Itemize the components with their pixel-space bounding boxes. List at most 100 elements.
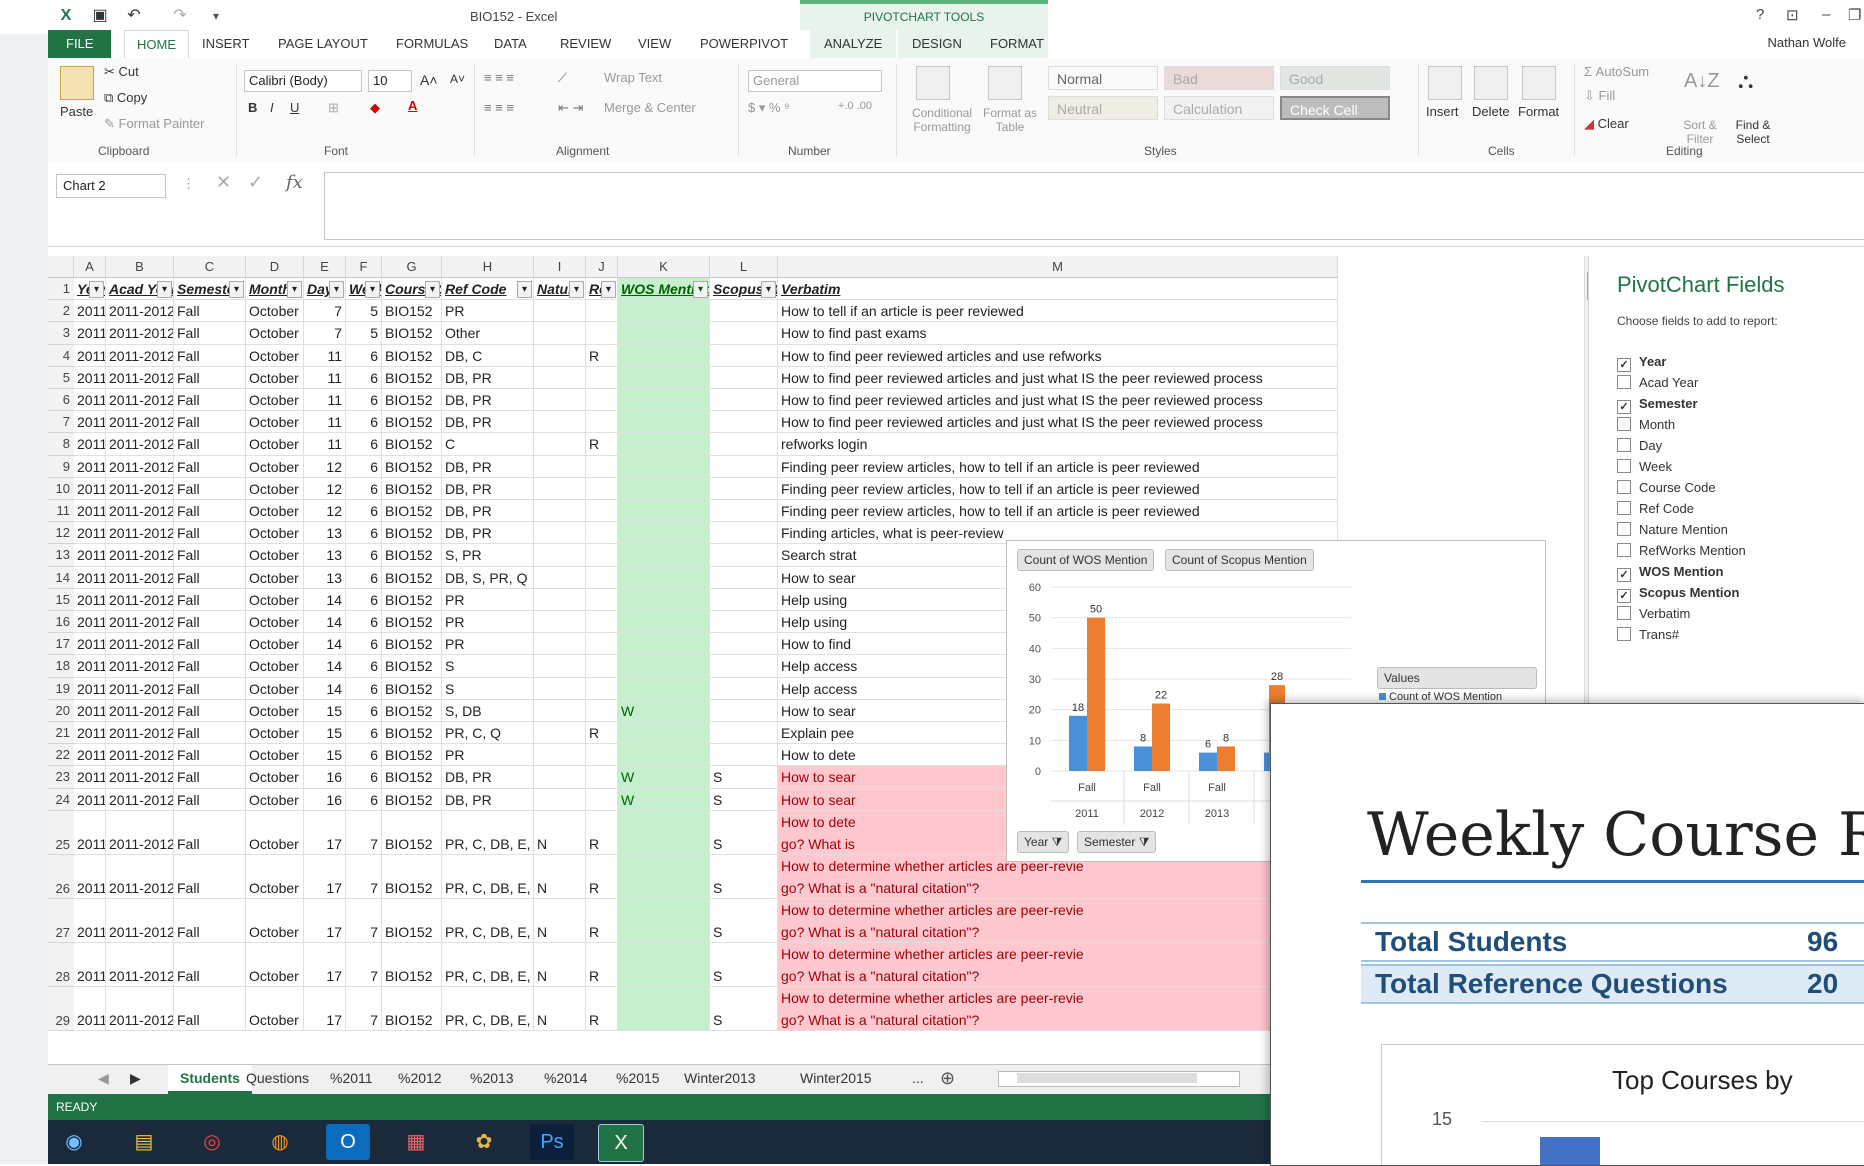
cell-h[interactable]: PR [442,611,534,634]
cell-d[interactable]: October [246,344,304,367]
cell-b[interactable]: 2011-2012 [106,411,174,434]
conditional-formatting-button[interactable]: Conditional Formatting [904,106,980,134]
cell-h[interactable]: DB, PR [442,500,534,523]
cell-i[interactable] [534,544,586,567]
column-header-m[interactable]: M [778,256,1338,278]
cell-l[interactable] [710,744,778,767]
cell-l[interactable] [710,455,778,478]
cell-l[interactable] [710,677,778,700]
font-color-icon[interactable]: A [408,98,417,113]
tab-format[interactable]: FORMAT [976,30,1048,58]
cell-c[interactable]: Fall [174,942,246,987]
cell-h[interactable]: PR, C, Q [442,722,534,745]
cell-a[interactable]: 2011 [74,344,106,367]
paste-icon[interactable] [60,66,94,100]
cell-a[interactable]: 2011 [74,810,106,855]
row-header[interactable]: 28 [48,942,74,987]
cell-h[interactable]: PR, C, DB, E, S [442,810,534,855]
cell-i[interactable]: N [534,942,586,987]
pivot-field-course-code[interactable]: Course Code [1617,478,1716,498]
cell-j[interactable]: R [586,986,618,1031]
sheet-tab-winter2013[interactable]: Winter2013 [684,1065,756,1091]
cell-l[interactable] [710,722,778,745]
pivot-field-semester[interactable]: ✓ Semester [1617,394,1698,414]
cell-j[interactable] [586,566,618,589]
filter-dropdown-icon[interactable]: ▾ [329,281,344,298]
pivot-field-refworks-mention[interactable]: RefWorks Mention [1617,541,1746,561]
cell-k[interactable] [618,810,710,855]
row-header[interactable]: 3 [48,322,74,345]
cell-m[interactable]: How to find past exams [778,322,1338,345]
cell-c[interactable]: Fall [174,566,246,589]
sheet-tab-2015[interactable]: %2015 [616,1065,660,1091]
sheet-tab-2014[interactable]: %2014 [544,1065,588,1091]
cell-a[interactable]: 2011 [74,500,106,523]
cell-a[interactable]: 2011 [74,986,106,1031]
cell-c[interactable]: Fall [174,854,246,899]
cell-h[interactable]: PR, C, DB, E, S [442,986,534,1031]
pivot-field-day[interactable]: Day [1617,436,1662,456]
cell-j[interactable]: R [586,433,618,456]
style-normal[interactable]: Normal [1048,66,1158,90]
cell-f[interactable]: 6 [346,544,382,567]
cell-c[interactable]: Fall [174,544,246,567]
semester-field-button[interactable]: Semester ⧩ [1077,831,1157,853]
clear-button[interactable]: ◢ Clear [1584,116,1629,132]
row-header[interactable]: 4 [48,344,74,367]
cell-g[interactable]: BIO152 [382,986,442,1031]
find-select-button[interactable]: Find & Select [1728,118,1778,146]
cell-f[interactable]: 5 [346,322,382,345]
row-header[interactable]: 13 [48,544,74,567]
cell-b[interactable]: 2011-2012 [106,633,174,656]
cell-e[interactable]: 12 [304,500,346,523]
cell-i[interactable] [534,411,586,434]
cell-j[interactable] [586,500,618,523]
cell-c[interactable]: Fall [174,633,246,656]
cell-l[interactable]: S [710,854,778,899]
filter-dropdown-icon[interactable]: ▾ [517,281,532,298]
cell-l[interactable] [710,500,778,523]
column-header-e[interactable]: E [304,256,346,278]
cell-d[interactable]: October [246,455,304,478]
cell-e[interactable]: 17 [304,986,346,1031]
cell-i[interactable] [534,344,586,367]
cell-g[interactable]: BIO152 [382,544,442,567]
cell-j[interactable] [586,300,618,323]
cell-g[interactable]: BIO152 [382,389,442,412]
cell-f[interactable]: 6 [346,677,382,700]
tab-design[interactable]: DESIGN [898,30,976,58]
header-cell-l[interactable]: Scopus M ▾ [710,278,778,301]
cell-e[interactable]: 14 [304,633,346,656]
cell-l[interactable] [710,411,778,434]
chrome-icon[interactable]: ◎ [190,1124,234,1160]
decimal-icon[interactable]: +.0 .00 [838,100,872,112]
header-cell-b[interactable]: Acad Year ▾ [106,278,174,301]
cell-b[interactable]: 2011-2012 [106,477,174,500]
bold-icon[interactable]: B [248,100,257,115]
cell-g[interactable]: BIO152 [382,788,442,811]
cell-d[interactable]: October [246,942,304,987]
checkbox-icon[interactable] [1617,375,1631,389]
sheet-tab-2012[interactable]: %2012 [398,1065,442,1091]
column-header-j[interactable]: J [586,256,618,278]
insert-function-icon[interactable]: fx [286,172,303,193]
cell-i[interactable]: N [534,898,586,943]
cell-d[interactable]: October [246,366,304,389]
left-align-icon[interactable]: ≡ ≡ ≡ [484,100,514,115]
fill-color-icon[interactable]: ◆ [370,100,380,116]
cell-d[interactable]: October [246,744,304,767]
cell-j[interactable] [586,677,618,700]
cell-i[interactable] [534,389,586,412]
apps-grid-icon[interactable]: ▦ [394,1124,438,1160]
cell-e[interactable]: 16 [304,788,346,811]
cell-g[interactable]: BIO152 [382,588,442,611]
style-bad[interactable]: Bad [1164,66,1274,90]
cell-c[interactable]: Fall [174,788,246,811]
cell-h[interactable]: DB, PR [442,477,534,500]
cell-i[interactable] [534,522,586,545]
cell-i[interactable]: N [534,810,586,855]
cell-k[interactable] [618,477,710,500]
cell-e[interactable]: 7 [304,300,346,323]
cell-l[interactable]: S [710,898,778,943]
cell-j[interactable] [586,588,618,611]
